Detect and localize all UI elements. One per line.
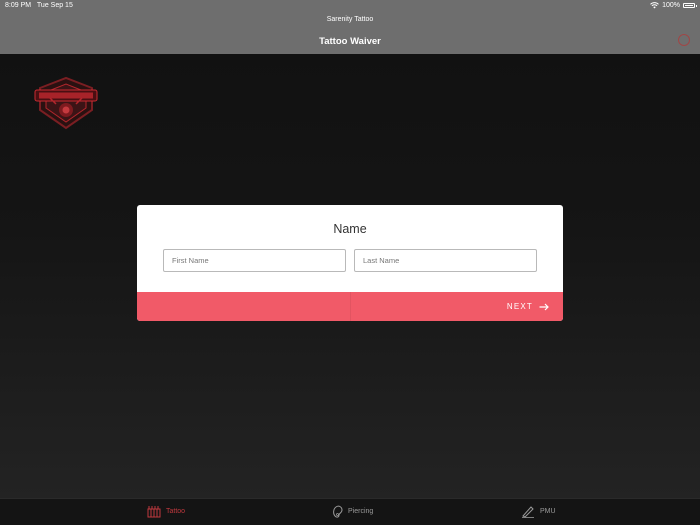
- ear-icon: [333, 505, 343, 518]
- pen-icon: [522, 506, 534, 518]
- tab-pmu[interactable]: PMU: [521, 505, 556, 518]
- arrow-right-icon: [539, 303, 549, 310]
- last-name-input[interactable]: [354, 249, 537, 272]
- status-bar: 8:09 PM Tue Sep 15 100%: [0, 0, 700, 12]
- wifi-icon: [650, 2, 659, 9]
- status-date: Tue Sep 15: [36, 2, 73, 9]
- status-right: 100%: [650, 2, 697, 9]
- battery-icon: [683, 3, 697, 8]
- form-title: Name: [333, 222, 367, 236]
- first-name-input[interactable]: [163, 249, 346, 272]
- next-label: NEXT: [506, 302, 533, 311]
- footer-divider: [350, 292, 351, 321]
- tab-tattoo[interactable]: Tattoo: [147, 505, 185, 518]
- nav-bar: Sarenity Tattoo Tattoo Waiver: [0, 12, 700, 54]
- tattoo-machine-icon: [147, 506, 161, 518]
- studio-logo: [34, 76, 98, 130]
- form-footer-bar: NEXT: [137, 292, 563, 321]
- tab-pmu-label: PMU: [540, 508, 556, 515]
- status-time: 8:09 PM: [5, 2, 32, 9]
- status-left: 8:09 PM Tue Sep 15: [5, 2, 77, 9]
- tab-tattoo-label: Tattoo: [166, 508, 186, 515]
- tab-piercing[interactable]: Piercing: [332, 505, 373, 518]
- settings-icon[interactable]: [678, 34, 690, 46]
- tab-piercing-label: Piercing: [348, 508, 374, 515]
- name-form-card: Name NEXT: [137, 205, 563, 321]
- tab-bar: Tattoo Piercing PMU: [0, 498, 700, 525]
- next-button[interactable]: NEXT: [507, 292, 549, 321]
- page-title: Tattoo Waiver: [319, 36, 381, 47]
- battery-percent: 100%: [662, 2, 680, 9]
- app-name: Sarenity Tattoo: [326, 16, 374, 23]
